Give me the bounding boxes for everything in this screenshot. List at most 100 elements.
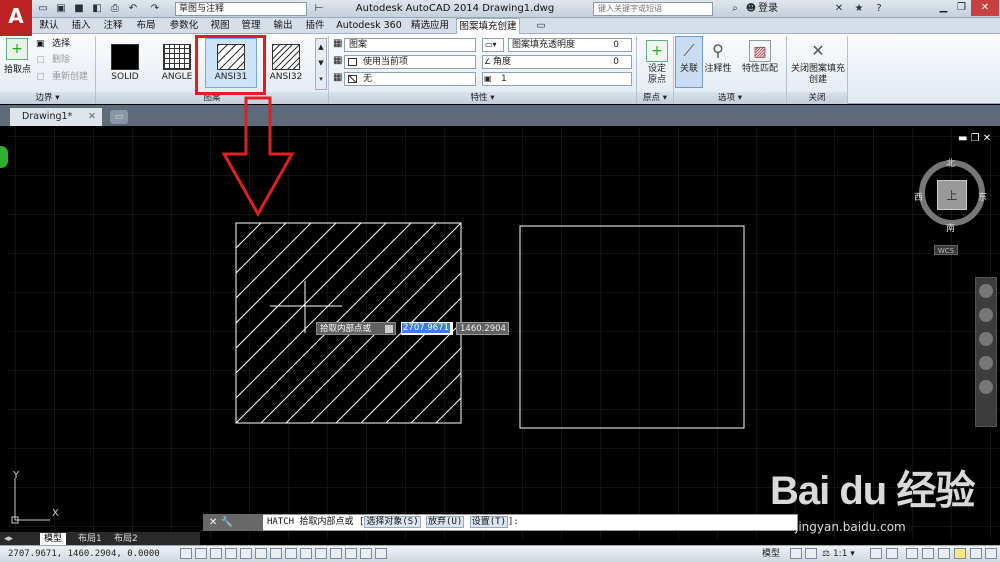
- saveas-icon[interactable]: ◧: [90, 2, 104, 15]
- origin-panel-label[interactable]: 原点 ▾: [637, 92, 673, 104]
- pick-point-button[interactable]: 拾取点: [4, 64, 31, 76]
- exchange-icon[interactable]: ✕: [832, 2, 846, 15]
- tab-autodesk360[interactable]: Autodesk 360: [336, 18, 402, 34]
- annotation-visibility-icon[interactable]: [870, 548, 882, 559]
- lock-icon[interactable]: [922, 548, 934, 559]
- pattern-scroll[interactable]: ▲ ▼ ▾: [315, 38, 327, 90]
- search-input[interactable]: 键入关键字或短语: [593, 2, 713, 16]
- viewcube-north[interactable]: 北: [946, 156, 955, 169]
- redo-icon[interactable]: ↷: [148, 2, 162, 15]
- background-color-select[interactable]: 无: [344, 72, 476, 86]
- grid-icon[interactable]: [210, 548, 222, 559]
- viewcube-east[interactable]: 东: [978, 190, 987, 203]
- infer-icon[interactable]: [180, 548, 192, 559]
- user-icon[interactable]: ☻: [744, 2, 758, 15]
- remove-button[interactable]: 删除: [52, 54, 70, 66]
- match-properties-button[interactable]: ▨ 特性匹配: [738, 38, 782, 88]
- pattern-angle-icon[interactable]: [163, 44, 191, 70]
- save-icon[interactable]: ■: [72, 2, 86, 15]
- angle-field[interactable]: 角度 0: [482, 55, 632, 69]
- tab-default[interactable]: 默认: [36, 18, 62, 34]
- viewcube-top-face[interactable]: 上: [937, 180, 967, 210]
- wcs-menu[interactable]: WCS: [934, 245, 958, 255]
- ortho-icon[interactable]: [225, 548, 237, 559]
- transparency-mode-select[interactable]: ▭▾: [482, 38, 504, 52]
- viewcube-south[interactable]: 南: [946, 221, 955, 234]
- pattern-solid-icon[interactable]: [111, 44, 139, 70]
- workspace-select[interactable]: 草图与注释: [175, 2, 307, 16]
- boundary-panel-label[interactable]: 边界 ▾: [0, 92, 95, 104]
- close-icon[interactable]: ✕: [971, 0, 999, 16]
- otrack-icon[interactable]: [285, 548, 297, 559]
- tab-plugins[interactable]: 插件: [302, 18, 328, 34]
- tab-annotate[interactable]: 注释: [100, 18, 126, 34]
- coordinate-readout[interactable]: 2707.9671, 1460.2904, 0.0000: [8, 548, 160, 560]
- polar-icon[interactable]: [240, 548, 252, 559]
- scale-field[interactable]: 1: [482, 72, 632, 86]
- star-icon[interactable]: ★: [852, 2, 866, 15]
- quick-view-layouts-icon[interactable]: [790, 548, 802, 559]
- autocad-logo-icon[interactable]: A: [0, 0, 32, 36]
- clean-screen-icon[interactable]: [985, 548, 997, 559]
- zoom-icon[interactable]: [979, 332, 993, 346]
- help-icon[interactable]: ?: [872, 2, 886, 15]
- close-tab-icon[interactable]: ✕: [88, 108, 96, 126]
- pan-icon[interactable]: [979, 308, 993, 322]
- login-link[interactable]: 登录: [758, 2, 778, 16]
- tab-parametric[interactable]: 参数化: [165, 18, 203, 34]
- layout-nav-icon[interactable]: ◂▸: [0, 533, 17, 545]
- annotation-scale[interactable]: ⚖ 1:1 ▾: [822, 548, 855, 560]
- tab-layout[interactable]: 布局: [133, 18, 159, 34]
- command-line-controls[interactable]: ✕ 🔧: [203, 514, 263, 531]
- binoculars-icon[interactable]: ⌕: [728, 2, 742, 15]
- new-tab-icon[interactable]: ▭: [110, 110, 128, 124]
- close-hatch-button[interactable]: ✕ 关闭图案填充创建: [788, 38, 848, 88]
- properties-panel-label[interactable]: 特性 ▾: [329, 92, 636, 104]
- document-tab[interactable]: Drawing1* ✕: [10, 108, 102, 126]
- select-button[interactable]: 选择: [52, 38, 70, 50]
- x-coordinate-input[interactable]: 2707.9671: [401, 322, 453, 335]
- restore-icon[interactable]: ❐: [953, 0, 970, 16]
- quick-properties-icon[interactable]: [360, 548, 372, 559]
- tab-featured-apps[interactable]: 精选应用: [408, 18, 452, 34]
- tab-view[interactable]: 视图: [207, 18, 233, 34]
- viewport-controls[interactable]: ▬ ❐ ✕: [958, 134, 998, 144]
- model-space-button[interactable]: 模型: [762, 548, 780, 560]
- transparency-icon[interactable]: [345, 548, 357, 559]
- select-objects-icon[interactable]: ▣: [36, 38, 45, 50]
- minimize-icon[interactable]: ▁: [935, 0, 952, 16]
- isolate-objects-icon[interactable]: [954, 548, 966, 559]
- print-icon[interactable]: ⎙: [108, 2, 122, 15]
- toolbar-dropdown-icon[interactable]: ⊢: [312, 2, 326, 15]
- ducs-icon[interactable]: [300, 548, 312, 559]
- workspace-switch-icon[interactable]: [906, 548, 918, 559]
- showmotion-icon[interactable]: [979, 380, 993, 394]
- y-coordinate-input[interactable]: 1460.2904: [456, 322, 509, 335]
- tab-layout1[interactable]: 布局1: [74, 533, 106, 545]
- snap-icon[interactable]: [195, 548, 207, 559]
- option-settings[interactable]: 设置(T): [469, 516, 508, 528]
- tab-output[interactable]: 输出: [270, 18, 296, 34]
- steering-wheel-icon[interactable]: [979, 284, 993, 298]
- 3dosnap-icon[interactable]: [270, 548, 282, 559]
- options-panel-label[interactable]: 选项 ▾: [674, 92, 786, 104]
- option-undo[interactable]: 放弃(U): [426, 516, 465, 528]
- tab-hatch-creation[interactable]: 图案填充创建: [456, 18, 520, 34]
- quick-view-drawings-icon[interactable]: [805, 548, 817, 559]
- annotative-button[interactable]: ⚲ 注释性: [700, 38, 736, 88]
- open-icon[interactable]: ▣: [54, 2, 68, 15]
- osnap-icon[interactable]: [255, 548, 267, 559]
- status-menu-icon[interactable]: [970, 548, 982, 559]
- pick-point-icon[interactable]: +: [6, 38, 28, 60]
- pattern-ansi32-icon[interactable]: [272, 44, 300, 70]
- hardware-acceleration-icon[interactable]: [938, 548, 950, 559]
- dyn-icon[interactable]: [315, 548, 327, 559]
- tab-more-icon[interactable]: ▭: [532, 18, 550, 34]
- orbit-icon[interactable]: [979, 356, 993, 370]
- option-select-objects[interactable]: 选择对象(S): [364, 516, 421, 528]
- hatch-type-select[interactable]: 图案: [344, 38, 476, 52]
- new-icon[interactable]: ▭: [36, 2, 50, 15]
- dropdown-arrow-icon[interactable]: [385, 325, 393, 333]
- hatch-color-select[interactable]: 使用当前项: [344, 55, 476, 69]
- selection-cycling-icon[interactable]: [375, 548, 387, 559]
